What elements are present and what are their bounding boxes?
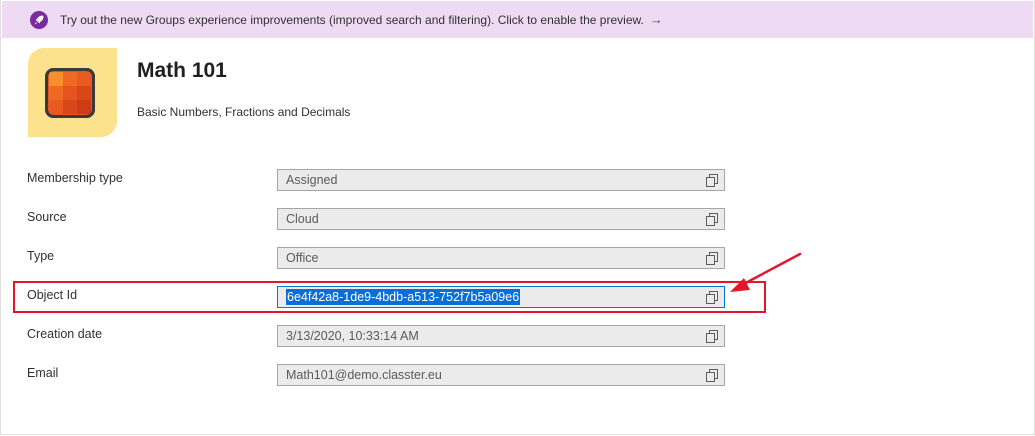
creation-date-value[interactable]	[286, 329, 691, 343]
copy-icon[interactable]	[706, 213, 718, 226]
group-title: Math 101	[137, 59, 227, 82]
group-logo	[28, 48, 117, 137]
copy-icon[interactable]	[706, 330, 718, 343]
type-field[interactable]	[277, 247, 725, 269]
membership-type-label: Membership type	[27, 171, 123, 185]
object-id-field[interactable]: 6e4f42a8-1de9-4bdb-a513-752f7b5a09e6	[277, 286, 725, 308]
type-label: Type	[27, 249, 55, 263]
grid-tile-icon	[45, 68, 95, 118]
membership-type-value[interactable]	[286, 173, 691, 187]
object-id-label: Object Id	[27, 288, 78, 302]
email-label: Email	[27, 366, 59, 380]
object-id-value[interactable]: 6e4f42a8-1de9-4bdb-a513-752f7b5a09e6	[286, 289, 521, 305]
arrow-right-icon: →	[649, 12, 663, 27]
creation-date-field[interactable]	[277, 325, 725, 347]
copy-icon[interactable]	[706, 369, 718, 382]
email-value[interactable]	[286, 368, 691, 382]
type-value[interactable]	[286, 251, 691, 265]
copy-icon[interactable]	[706, 252, 718, 265]
creation-date-label: Creation date	[27, 327, 103, 341]
source-label: Source	[27, 210, 67, 224]
banner-text: Try out the new Groups experience improv…	[60, 12, 644, 27]
email-field[interactable]	[277, 364, 725, 386]
source-field[interactable]	[277, 208, 725, 230]
copy-icon[interactable]	[706, 174, 718, 187]
copy-icon[interactable]	[706, 291, 718, 304]
rocket-icon	[30, 10, 48, 29]
source-value[interactable]	[286, 212, 691, 226]
annotation-arrow-icon	[730, 252, 802, 292]
preview-banner[interactable]: Try out the new Groups experience improv…	[2, 1, 1033, 38]
group-description: Basic Numbers, Fractions and Decimals	[137, 105, 351, 119]
membership-type-field[interactable]	[277, 169, 725, 191]
